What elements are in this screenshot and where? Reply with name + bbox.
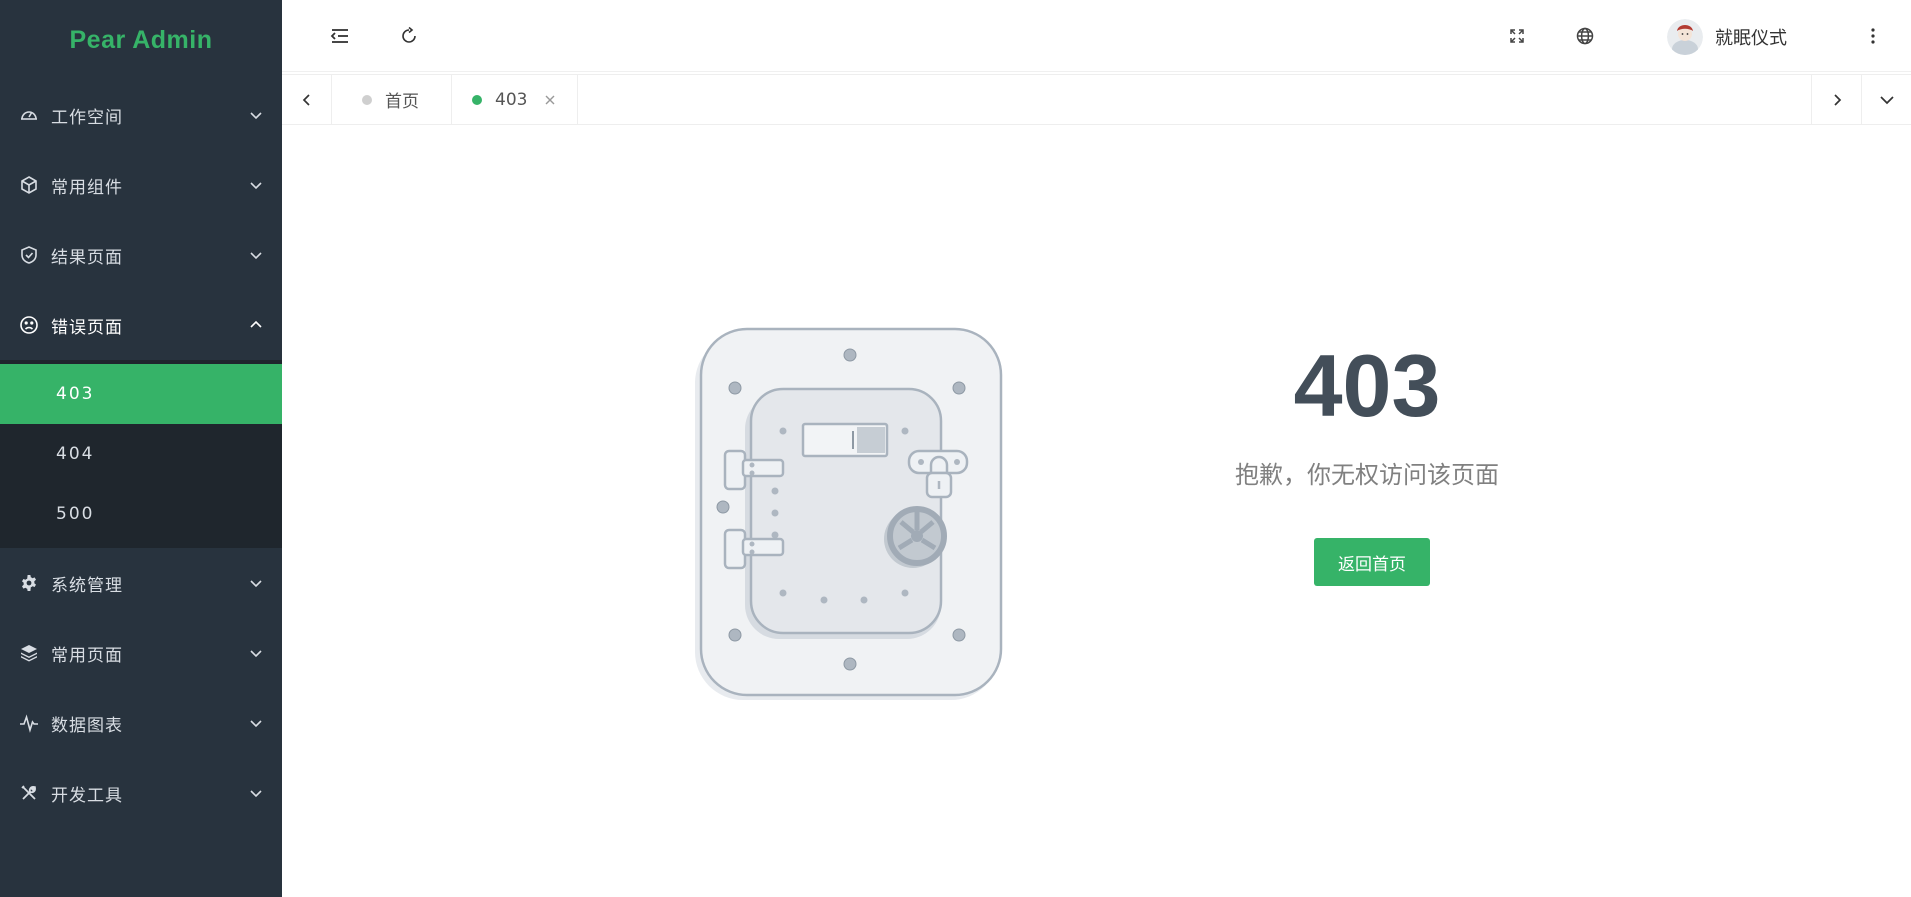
fullscreen-icon[interactable] [1495, 14, 1539, 58]
collapse-menu-icon[interactable] [318, 14, 362, 58]
tab-403[interactable]: 403 [452, 75, 578, 124]
sidebar-item-label: 系统管理 [51, 575, 123, 596]
sidebar-item-label: 开发工具 [51, 785, 123, 806]
sidebar-item-label: 结果页面 [51, 247, 123, 268]
error-code: 403 [1293, 336, 1441, 435]
sidebar-item-error-pages[interactable]: 错误页面 [0, 290, 282, 360]
sidebar: Pear Admin 工作空间 常用组件 结果页面 错误页面 403 404 5… [0, 0, 282, 897]
layers-icon [18, 642, 40, 664]
sidebar-item-label: 错误页面 [51, 317, 123, 338]
close-icon[interactable] [543, 93, 557, 107]
chevron-down-icon [248, 247, 264, 263]
tab-status-dot [472, 94, 482, 105]
sidebar-menu: 工作空间 常用组件 结果页面 错误页面 403 404 500 系统管理 常用页… [0, 80, 282, 828]
chevron-down-icon [248, 645, 264, 661]
locked-door-illustration [687, 323, 1007, 703]
page-tabs: 首页 403 [282, 74, 1911, 125]
sad-face-icon [18, 314, 40, 336]
main-content: 403 抱歉，你无权访问该页面 返回首页 [282, 125, 1911, 897]
sidebar-subitem-403[interactable]: 403 [0, 364, 282, 424]
tools-icon [18, 782, 40, 804]
app-root: Pear Admin 工作空间 常用组件 结果页面 错误页面 403 404 5… [0, 0, 1911, 897]
avatar[interactable] [1667, 19, 1703, 55]
sidebar-item-common-pages[interactable]: 常用页面 [0, 618, 282, 688]
tabs-scroll-left-button[interactable] [282, 75, 332, 124]
back-home-button[interactable]: 返回首页 [1314, 538, 1430, 586]
chevron-down-icon [248, 715, 264, 731]
top-header: 就眠仪式 [282, 0, 1911, 72]
tab-label: 403 [495, 89, 528, 110]
sidebar-item-label: 数据图表 [51, 715, 123, 736]
tabs-dropdown-button[interactable] [1861, 75, 1911, 124]
brand-logo[interactable]: Pear Admin [0, 0, 282, 80]
error-pages-submenu: 403 404 500 [0, 360, 282, 548]
chevron-down-icon [248, 785, 264, 801]
chevron-down-icon [248, 575, 264, 591]
tab-label: 首页 [385, 92, 419, 112]
globe-icon[interactable] [1563, 14, 1607, 58]
sidebar-item-label: 常用组件 [51, 177, 123, 198]
refresh-icon[interactable] [387, 14, 431, 58]
user-menu[interactable]: 就眠仪式 [1667, 15, 1787, 59]
tab-status-dot [362, 94, 372, 105]
cube-icon [18, 174, 40, 196]
more-vertical-icon[interactable] [1851, 14, 1895, 58]
sidebar-subitem-500[interactable]: 500 [0, 484, 282, 544]
pulse-icon [18, 712, 40, 734]
chevron-down-icon [248, 107, 264, 123]
chevron-down-icon [248, 177, 264, 193]
sidebar-item-label: 常用页面 [51, 645, 123, 666]
tab-home[interactable]: 首页 [332, 75, 452, 124]
sidebar-item-charts[interactable]: 数据图表 [0, 688, 282, 758]
chevron-up-icon [248, 317, 264, 333]
user-name: 就眠仪式 [1715, 28, 1787, 49]
sidebar-item-dev-tools[interactable]: 开发工具 [0, 758, 282, 828]
gear-icon [18, 572, 40, 594]
dashboard-icon [18, 104, 40, 126]
sidebar-item-workspace[interactable]: 工作空间 [0, 80, 282, 150]
error-message: 抱歉，你无权访问该页面 [1235, 461, 1499, 489]
sidebar-item-system[interactable]: 系统管理 [0, 548, 282, 618]
sidebar-subitem-404[interactable]: 404 [0, 424, 282, 484]
sidebar-item-results[interactable]: 结果页面 [0, 220, 282, 290]
sidebar-item-components[interactable]: 常用组件 [0, 150, 282, 220]
shield-check-icon [18, 244, 40, 266]
sidebar-item-label: 工作空间 [51, 107, 123, 128]
tabs-scroll-right-button[interactable] [1811, 75, 1861, 124]
